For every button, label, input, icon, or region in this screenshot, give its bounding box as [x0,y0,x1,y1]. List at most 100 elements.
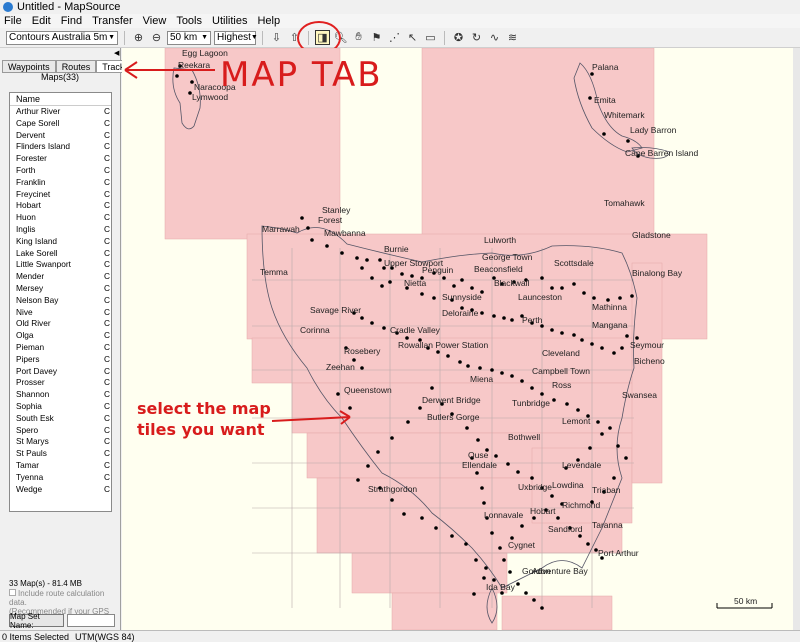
product-select[interactable]: Contours Australia 5m ▼ [6,30,118,45]
map-list-item[interactable]: Cape Sorell C [10,118,111,130]
route-tool-icon[interactable]: ⋰ [387,30,402,45]
place-label: Port Arthur [598,548,639,558]
map-list-item[interactable]: Franklin C [10,177,111,189]
menu-transfer[interactable]: Transfer [88,15,139,27]
map-list-item[interactable]: Old River C [10,318,111,330]
place-label: Bothwell [508,432,540,442]
map-list-item[interactable]: Nive C [10,307,111,319]
selection-tool-icon[interactable]: ↖ [405,30,420,45]
measure-tool-icon[interactable]: ▭ [423,30,438,45]
place-marker [586,542,590,546]
map-list-item[interactable]: Spero C [10,425,111,437]
map-list-item[interactable]: St Pauls C [10,448,111,460]
map-name: Freycinet [16,188,51,199]
map-name: Olga [16,330,34,341]
menu-tools[interactable]: Tools [172,15,208,27]
map-list-item[interactable]: Forester C [10,153,111,165]
route-settings-icon[interactable]: ≋ [505,30,520,45]
hand-tool-icon[interactable]: ✋︎ [351,30,366,45]
place-marker [376,450,380,454]
map-list-item[interactable]: Shannon C [10,389,111,401]
map-name: St Marys [16,436,49,447]
map-set-name-input[interactable] [67,614,115,627]
selected-map-tiles[interactable] [164,48,708,630]
map-list-item[interactable]: Hobart C [10,200,111,212]
map-column-suffix: C [104,117,110,128]
menu-view[interactable]: View [139,15,173,27]
menu-utilities[interactable]: Utilities [208,15,253,27]
map-list-item[interactable]: Little Swanport C [10,259,111,271]
list-column-header[interactable]: Name [10,93,111,106]
map-list-item[interactable]: Freycinet C [10,189,111,201]
map-name: Lake Sorell [16,247,58,258]
menu-edit[interactable]: Edit [28,15,57,27]
place-marker [490,531,494,535]
detail-select[interactable]: Highest ▼ [214,30,258,45]
map-view[interactable]: Egg Lagoon Reekara Naracoopa Lymwood Palana E… [122,48,793,630]
map-set-name-button[interactable]: Map Set Name: [9,612,64,630]
map-list-item[interactable]: Pipers C [10,354,111,366]
map-list-item[interactable]: Prosser C [10,377,111,389]
place-marker [370,321,374,325]
place-marker [590,342,594,346]
tracks-icon[interactable]: ∿ [487,30,502,45]
place-marker [310,238,314,242]
menu-find[interactable]: Find [57,15,88,27]
place-label: Sandford [548,524,583,534]
maps-list[interactable]: Name Arthur River C Cape Sorell C Dervent C Fl… [9,92,112,512]
map-list-item[interactable]: Inglis C [10,224,111,236]
zoom-in-icon[interactable]: ⊕ [131,30,146,45]
place-marker [572,333,576,337]
include-route-label: Include route calculation data. [9,589,105,607]
map-list-item[interactable]: Tamar C [10,460,111,472]
zoom-scale-select[interactable]: 50 km ▼ [167,30,211,45]
map-list-item[interactable]: South Esk C [10,413,111,425]
place-marker [360,316,364,320]
menu-help[interactable]: Help [253,15,286,27]
map-list-item[interactable]: Dervent C [10,130,111,142]
place-label: Corinna [300,325,330,335]
map-name: Prosser [16,377,45,388]
map-column-suffix: C [104,271,110,282]
map-list-item[interactable]: Sophia C [10,401,111,413]
map-list-item[interactable]: Arthur River C [10,106,111,118]
map-canvas[interactable]: Egg LagoonReekaraNaracoopaLymwoodPalanaE… [122,48,793,630]
panel-collapse-icon[interactable]: ◀ [114,49,119,57]
place-marker [516,582,520,586]
map-list-item[interactable]: Tyenna C [10,472,111,484]
map-list-item[interactable]: St Marys C [10,436,111,448]
find-places-icon[interactable]: ✪ [451,30,466,45]
place-marker [580,338,584,342]
place-marker [540,276,544,280]
place-label: Deloraine [442,308,479,318]
recent-finds-icon[interactable]: ↻ [469,30,484,45]
map-list-item[interactable]: King Island C [10,236,111,248]
menu-file[interactable]: File [0,15,28,27]
waypoint-tool-icon[interactable]: ⚑ [369,30,384,45]
map-vertical-scrollbar[interactable] [793,48,800,630]
place-marker [592,296,596,300]
map-list-item[interactable]: Port Davey C [10,366,111,378]
zoom-out-icon[interactable]: ⊖ [149,30,164,45]
map-list-item[interactable]: Mender C [10,271,111,283]
maps-count-label[interactable]: Maps(33) [0,72,120,82]
map-list-item[interactable]: Lake Sorell C [10,248,111,260]
map-list-item[interactable]: Forth C [10,165,111,177]
map-list-item[interactable]: Olga C [10,330,111,342]
map-list-item[interactable]: Nelson Bay C [10,295,111,307]
map-list-item[interactable]: Flinders Island C [10,141,111,153]
map-name: Shannon [16,389,50,400]
receive-from-device-icon[interactable]: ⇩ [269,30,284,45]
map-list-item[interactable]: Mersey C [10,283,111,295]
place-marker [624,456,628,460]
map-list-item[interactable]: Huon C [10,212,111,224]
place-label: Ida Bay [486,582,516,592]
place-label: Ross [552,380,571,390]
place-label: Cygnet [508,540,536,550]
include-route-checkbox[interactable] [9,589,16,596]
toolbar: Contours Australia 5m ▼ ⊕ ⊖ 50 km ▼ Highes… [0,28,800,48]
place-marker [418,406,422,410]
map-list-item[interactable]: Wedge C [10,484,111,496]
place-marker [540,606,544,610]
map-list-item[interactable]: Pieman C [10,342,111,354]
